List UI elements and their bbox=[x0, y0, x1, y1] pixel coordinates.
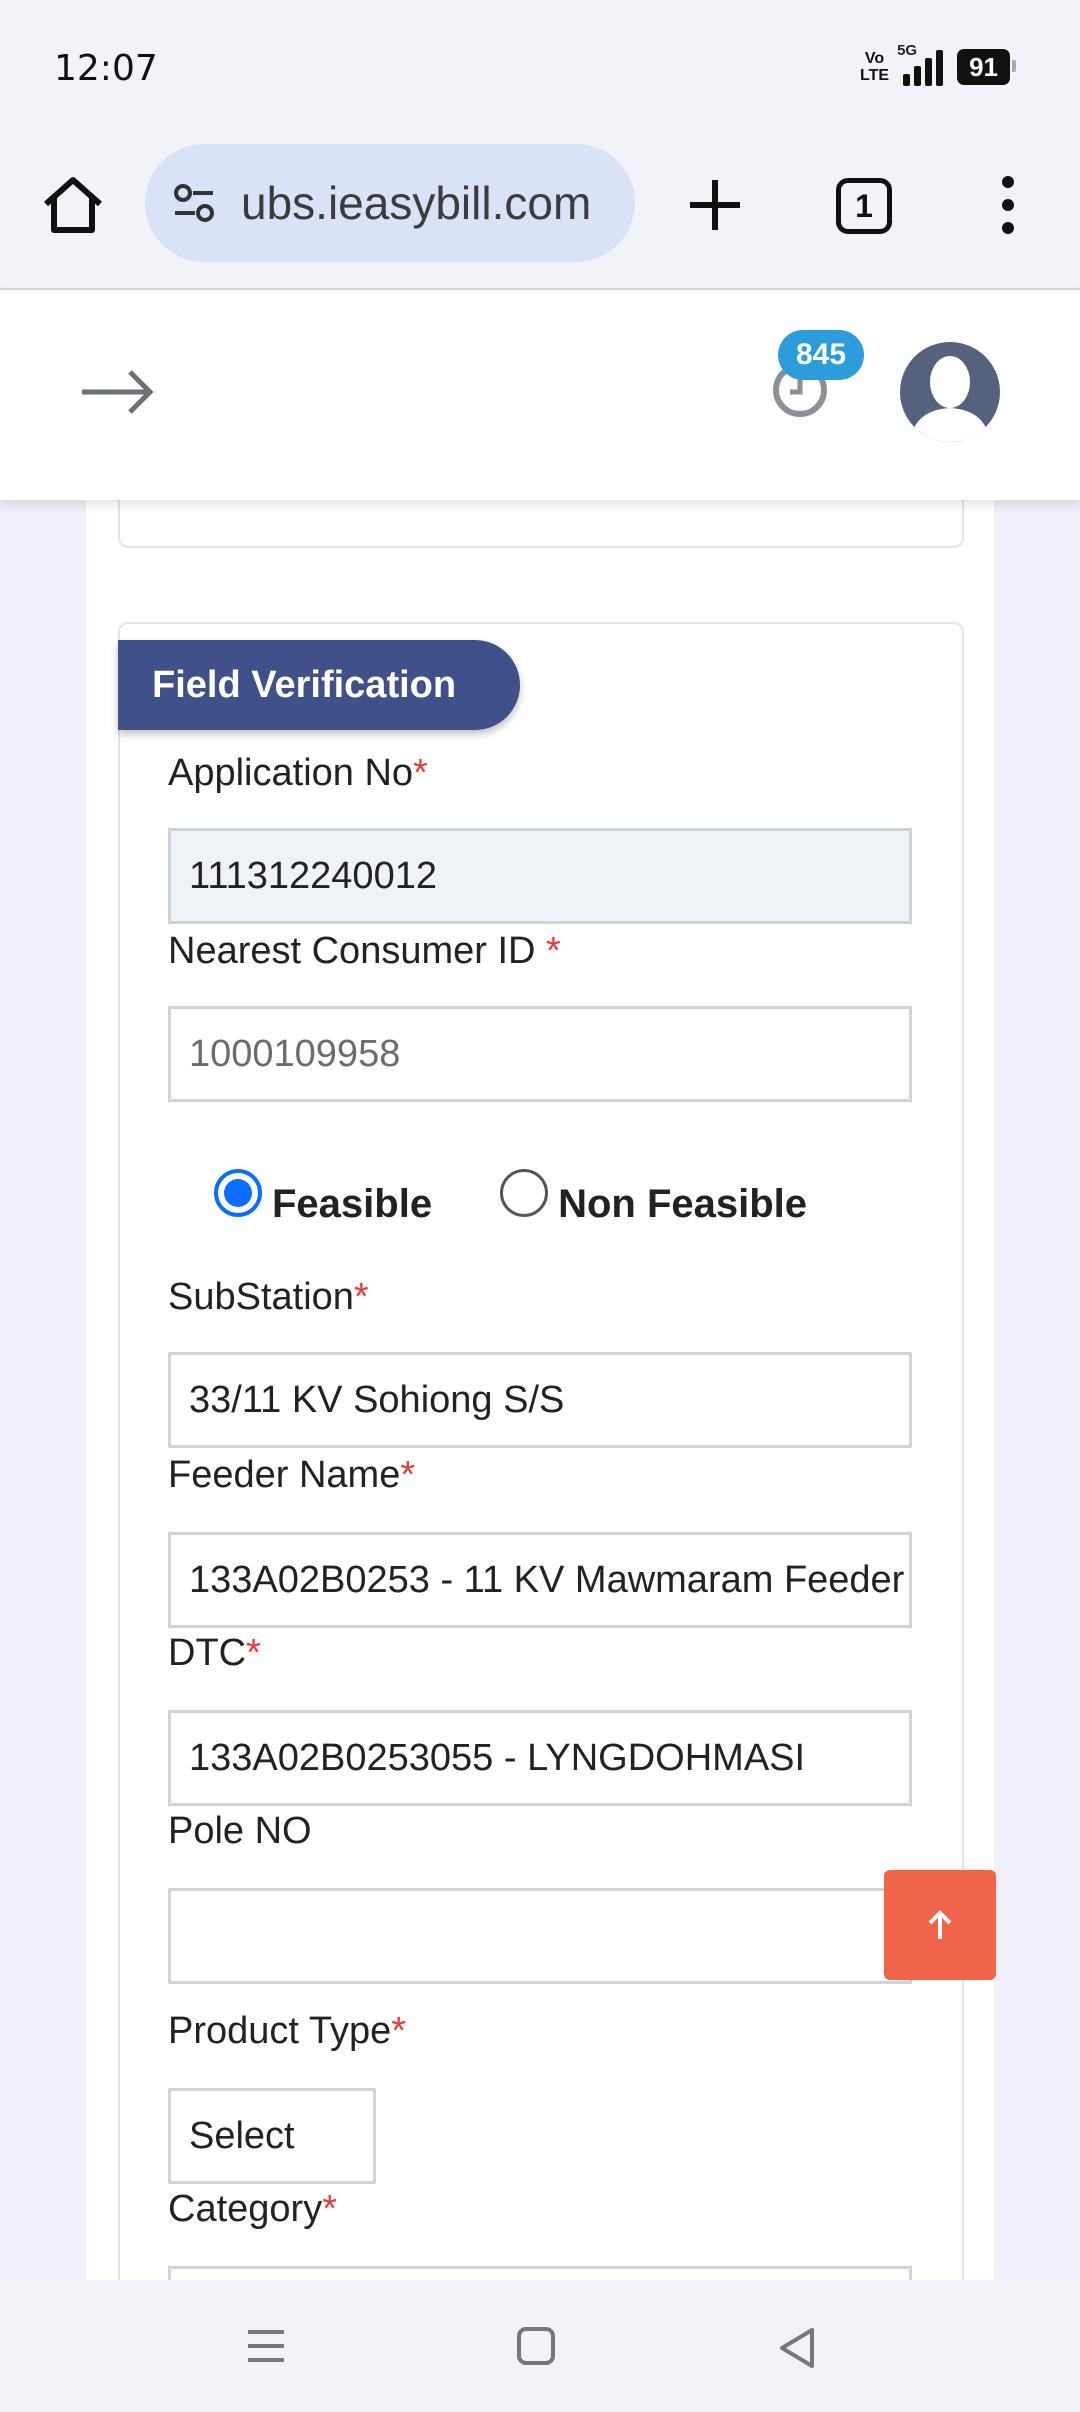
volte-icon: Vo LTE bbox=[860, 50, 890, 84]
status-bar: 12:07 Vo LTE 5G 91 bbox=[0, 0, 1080, 140]
home-icon bbox=[44, 177, 102, 233]
url-text: ubs.ieasybill.com bbox=[241, 177, 592, 229]
category-label: Category* bbox=[168, 2188, 337, 2230]
plus-icon bbox=[690, 180, 740, 230]
tab-switcher-button[interactable]: 1 bbox=[836, 178, 892, 234]
notification-badge: 845 bbox=[778, 330, 865, 380]
nearest-consumer-input[interactable]: 1000109958 bbox=[168, 1006, 912, 1102]
application-no-field[interactable]: 111312240012 bbox=[168, 828, 912, 924]
home-button[interactable] bbox=[38, 170, 108, 240]
application-no-label: Application No* bbox=[168, 752, 428, 794]
recent-apps-icon[interactable] bbox=[244, 2326, 288, 2366]
pole-no-input[interactable] bbox=[168, 1888, 912, 1984]
address-bar[interactable]: ubs.ieasybill.com bbox=[145, 144, 635, 262]
signal-icon: 5G bbox=[897, 42, 944, 86]
status-time: 12:07 bbox=[54, 48, 158, 89]
user-icon bbox=[910, 356, 990, 442]
status-icons: Vo LTE 5G 91 bbox=[860, 42, 1016, 86]
substation-label: SubStation* bbox=[168, 1276, 369, 1318]
nearest-consumer-label: Nearest Consumer ID * bbox=[168, 930, 561, 972]
new-tab-button[interactable] bbox=[680, 170, 750, 240]
arrow-up-icon bbox=[928, 1910, 952, 1939]
back-icon[interactable] bbox=[776, 2326, 820, 2370]
site-settings-icon bbox=[174, 184, 214, 222]
browser-menu-button[interactable] bbox=[990, 170, 1026, 240]
pole-no-label: Pole NO bbox=[168, 1810, 312, 1852]
feeder-name-label: Feeder Name* bbox=[168, 1454, 416, 1496]
feasible-label: Feasible bbox=[272, 1182, 433, 1226]
more-vert-icon bbox=[1002, 176, 1014, 234]
browser-toolbar: ubs.ieasybill.com 1 bbox=[0, 140, 1080, 290]
feasibility-radio-group: Feasible Non Feasible bbox=[214, 1158, 807, 1227]
non-feasible-radio[interactable] bbox=[500, 1168, 549, 1217]
product-type-select[interactable]: Select bbox=[168, 2088, 376, 2184]
dtc-field[interactable]: 133A02B0253055 - LYNGDOHMASI bbox=[168, 1710, 912, 1806]
feasible-radio[interactable] bbox=[214, 1168, 262, 1217]
scroll-to-top-button[interactable] bbox=[884, 1870, 996, 1980]
product-type-label: Product Type* bbox=[168, 2010, 407, 2052]
non-feasible-label: Non Feasible bbox=[558, 1182, 808, 1226]
system-nav-bar bbox=[0, 2280, 1080, 2412]
substation-field[interactable]: 33/11 KV Sohiong S/S bbox=[168, 1352, 912, 1448]
home-nav-icon[interactable] bbox=[514, 2326, 558, 2366]
sidebar-toggle-button[interactable] bbox=[78, 362, 156, 422]
feeder-name-field[interactable]: 133A02B0253 - 11 KV Mawmaram Feeder bbox=[168, 1532, 912, 1628]
arrow-right-icon bbox=[82, 370, 154, 414]
dtc-label: DTC* bbox=[168, 1632, 261, 1674]
battery-icon: 91 bbox=[957, 49, 1016, 85]
section-title-tab: Field Verification bbox=[118, 640, 520, 730]
category-select[interactable] bbox=[168, 2266, 912, 2280]
app-header: 845 bbox=[0, 290, 1080, 500]
avatar[interactable] bbox=[900, 342, 1000, 442]
